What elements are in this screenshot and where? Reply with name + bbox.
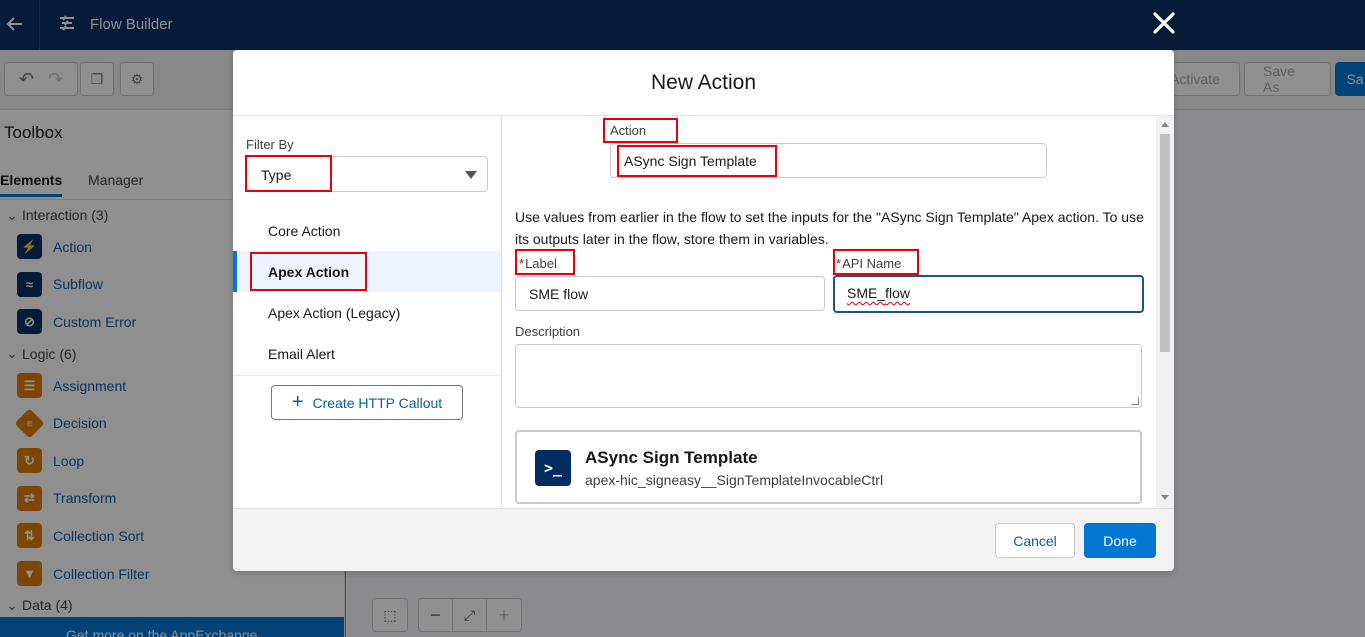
filter-by-label: Filter By — [246, 137, 294, 152]
cancel-button[interactable]: Cancel — [995, 523, 1075, 558]
modal-scrollbar[interactable] — [1156, 116, 1174, 508]
action-type-list: Core Action Apex Action Apex Action (Leg… — [233, 210, 501, 374]
plus-icon: + — [291, 390, 304, 413]
modal-header: New Action — [233, 50, 1174, 116]
type-label: Apex Action (Legacy) — [268, 304, 401, 321]
modal-footer: Cancel Done — [233, 508, 1174, 571]
label-field-label: *Label — [519, 256, 557, 271]
caret-down-icon — [465, 171, 477, 179]
filter-value: Type — [261, 167, 292, 183]
card-subtitle: apex-hic_signeasy__SignTemplateInvocable… — [585, 472, 884, 488]
card-title: ASync Sign Template — [585, 448, 758, 467]
scroll-down-icon[interactable] — [1161, 495, 1169, 500]
type-label: Core Action — [268, 222, 341, 239]
scroll-thumb[interactable] — [1160, 134, 1170, 352]
api-name-value-a: SME_ — [847, 285, 886, 301]
action-label: Action — [610, 123, 647, 138]
divider — [233, 375, 501, 376]
api-name-field-label: *API Name — [836, 256, 901, 271]
modal-title: New Action — [650, 70, 757, 94]
button-label: Create HTTP Callout — [312, 394, 443, 411]
type-apex-action-legacy[interactable]: Apex Action (Legacy) — [233, 292, 501, 333]
scroll-up-icon[interactable] — [1161, 122, 1169, 127]
required-marker: * — [519, 256, 525, 271]
create-http-callout-button[interactable]: + Create HTTP Callout — [271, 385, 463, 420]
type-core-action[interactable]: Core Action — [233, 210, 501, 251]
selected-action-card: >_ ASync Sign Template apex-hic_signeasy… — [515, 430, 1142, 504]
description-textarea[interactable] — [515, 344, 1142, 408]
label-text: API Name — [842, 256, 902, 271]
type-apex-action[interactable]: Apex Action — [233, 251, 501, 292]
description-label: Description — [515, 324, 581, 339]
action-search-input[interactable]: ASync Sign Template — [610, 143, 1047, 178]
modal-body: Filter By Type Core Action Apex Action A… — [233, 116, 1174, 508]
done-button[interactable]: Done — [1084, 523, 1156, 558]
label-text: Label — [525, 256, 557, 271]
required-marker: * — [836, 256, 842, 271]
resize-handle-icon[interactable] — [1131, 397, 1139, 405]
apex-icon: >_ — [535, 450, 571, 486]
api-name-input[interactable]: SME_flow — [833, 275, 1144, 313]
type-email-alert[interactable]: Email Alert — [233, 333, 501, 374]
new-action-modal: New Action Filter By Type Core Action Ap… — [233, 50, 1174, 571]
label-input[interactable]: SME flow — [515, 276, 825, 311]
type-label: Apex Action — [268, 263, 350, 280]
api-name-value-b: flow — [885, 285, 911, 301]
filter-by-select[interactable]: Type — [246, 156, 488, 192]
type-label: Email Alert — [268, 345, 335, 362]
filter-pane: Filter By Type Core Action Apex Action A… — [233, 116, 502, 508]
close-icon[interactable] — [1150, 9, 1178, 37]
action-help-text: Use values from earlier in the flow to s… — [515, 209, 1144, 247]
action-config-pane: Action ASync Sign Template Use values fr… — [503, 116, 1174, 508]
